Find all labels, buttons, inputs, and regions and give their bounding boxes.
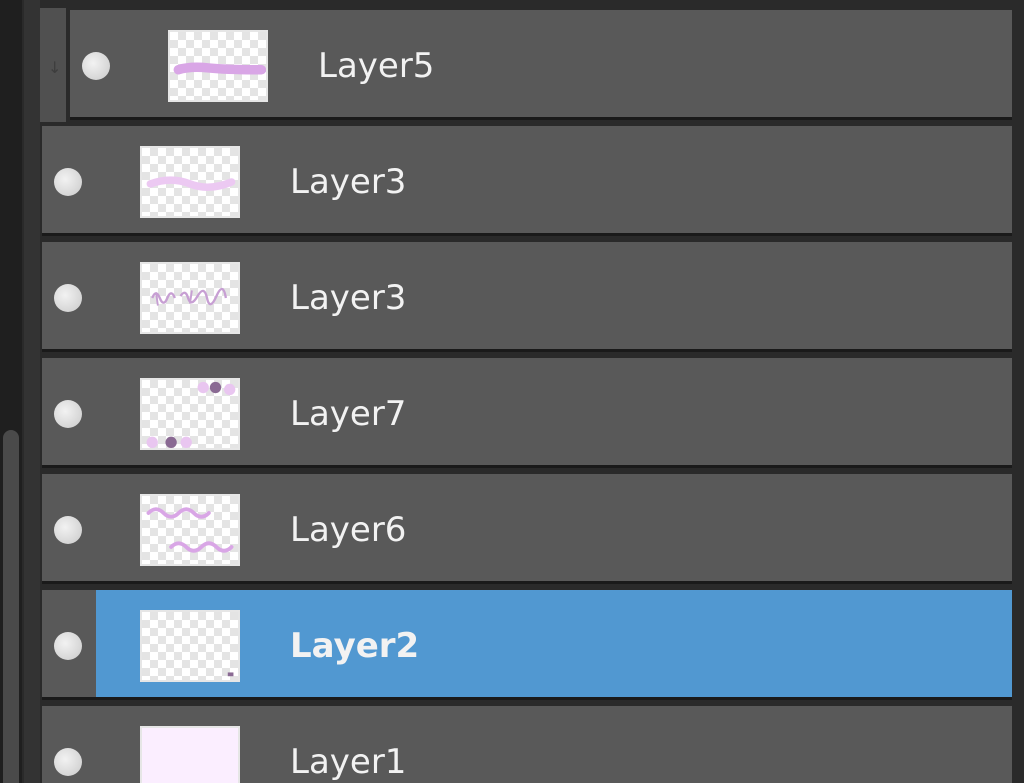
visibility-toggle-icon[interactable] xyxy=(54,400,82,428)
layer-row-layer3-a[interactable]: Layer3 xyxy=(42,126,1012,236)
layer-name: Layer3 xyxy=(290,162,407,202)
layer-list-edge xyxy=(24,0,40,783)
layer-row-layer1[interactable]: Layer1 xyxy=(42,706,1012,783)
thumbnail-stroke-icon xyxy=(173,62,266,75)
visibility-toggle-icon[interactable] xyxy=(54,284,82,312)
group-arrow-icon: ↓ xyxy=(48,58,62,77)
layer-name: Layer5 xyxy=(318,46,435,86)
layer-row-layer6[interactable]: Layer6 xyxy=(42,474,1012,584)
thumbnail-dots-icon xyxy=(146,381,236,448)
visibility-toggle-icon[interactable] xyxy=(82,52,110,80)
layer-thumbnail xyxy=(140,146,240,218)
layer-thumbnail xyxy=(168,30,268,102)
layer-name: Layer7 xyxy=(290,394,407,434)
scrollbar-track[interactable] xyxy=(0,0,22,783)
layer-thumbnail xyxy=(140,262,240,334)
layer-thumbnail xyxy=(140,610,240,682)
layer-name: Layer1 xyxy=(290,742,407,782)
visibility-toggle-icon[interactable] xyxy=(54,168,82,196)
layer-name: Layer6 xyxy=(290,510,407,550)
layer-name: Layer2 xyxy=(290,626,420,666)
visibility-toggle-icon[interactable] xyxy=(54,516,82,544)
visibility-toggle-icon[interactable] xyxy=(54,632,82,660)
thumbnail-wave-icon xyxy=(146,507,234,553)
thumbnail-empty-icon xyxy=(227,672,234,677)
layer-row-layer5[interactable]: Layer5 xyxy=(70,10,1012,120)
thumbnail-scribble-icon xyxy=(151,287,228,306)
scrollbar-thumb[interactable] xyxy=(3,430,19,783)
layers-panel: ↓ Layer5 Layer3 Layer3 Layer7 Layer6 Lay… xyxy=(0,0,1024,783)
layer-thumbnail xyxy=(140,494,240,566)
layer-row-layer2[interactable]: Layer2 xyxy=(42,590,1012,700)
layer-name: Layer3 xyxy=(290,278,407,318)
group-indent: ↓ xyxy=(40,8,68,122)
thumbnail-stroke-icon xyxy=(146,176,236,191)
layer-row-layer3-b[interactable]: Layer3 xyxy=(42,242,1012,352)
layer-thumbnail xyxy=(140,726,240,783)
layer-row-layer7[interactable]: Layer7 xyxy=(42,358,1012,468)
visibility-toggle-icon[interactable] xyxy=(54,748,82,776)
layer-thumbnail xyxy=(140,378,240,450)
